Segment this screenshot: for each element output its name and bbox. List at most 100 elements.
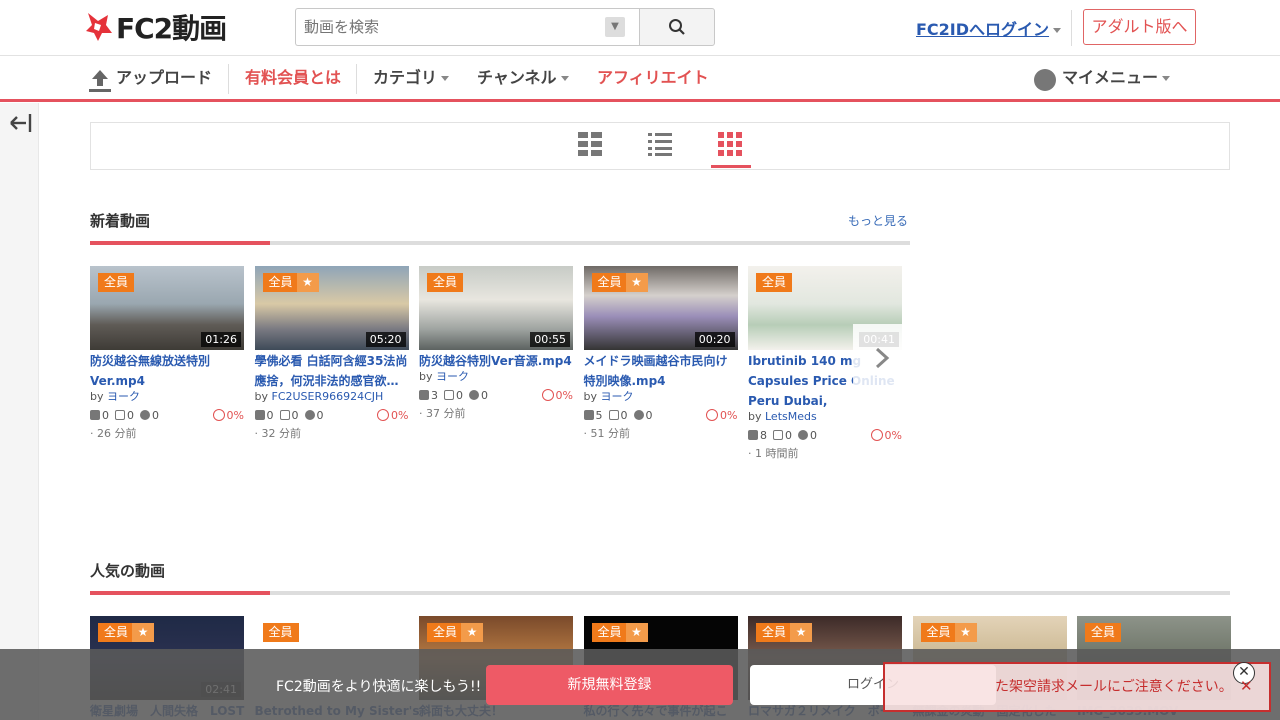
- notice-close-icon[interactable]: ✕: [1240, 677, 1253, 695]
- fc2id-login-link[interactable]: FC2IDへログイン: [916, 16, 1062, 40]
- collapse-sidebar-icon[interactable]: [8, 110, 34, 136]
- login-label: FC2IDへログイン: [916, 20, 1050, 39]
- ad-count: 0: [620, 408, 628, 422]
- audience-badge: 全員: [756, 273, 793, 292]
- search-button[interactable]: [639, 8, 715, 46]
- play-count: 0: [102, 408, 109, 422]
- main-nav: アップロード 有料会員とは カテゴリ チャンネル アフィリエイト マイメニュー: [0, 56, 1280, 102]
- chevron-down-icon: [560, 76, 569, 81]
- star-icon: ★: [625, 273, 648, 292]
- video-thumbnail[interactable]: 全員 01:26: [90, 266, 244, 350]
- video-thumbnail[interactable]: 全員 ★ 05:20: [254, 266, 409, 350]
- section-title-new: 新着動画: [90, 212, 151, 230]
- rating-value: 0%: [226, 408, 244, 422]
- duration-label: 01:26: [201, 332, 241, 347]
- video-title-link[interactable]: 防災越谷特別Ver音源.mp4: [419, 354, 572, 368]
- comment-icon: [798, 430, 808, 440]
- video-title-link[interactable]: 學佛必看 白話阿含經35法尚應捨，何況非法的感官欲…: [255, 354, 408, 388]
- video-thumbnail[interactable]: 全員 00:55: [419, 266, 573, 350]
- play-count: 8: [760, 428, 767, 442]
- rating: 0%: [541, 389, 573, 402]
- list-view-icon[interactable]: [647, 131, 673, 157]
- uploader-link[interactable]: FC2USER966924CJH: [272, 390, 384, 403]
- section-divider: [90, 591, 1230, 595]
- uploader-prefix: by: [419, 370, 433, 383]
- nav-channel[interactable]: チャンネル: [477, 56, 569, 99]
- register-button[interactable]: 新規無料登録: [486, 665, 733, 705]
- audience-badge: 全員: [98, 623, 135, 642]
- carousel-next-button[interactable]: [853, 324, 910, 392]
- rating: 0%: [377, 409, 409, 422]
- active-view-indicator: [711, 165, 751, 168]
- play-icon: [583, 410, 594, 420]
- thumbnail-grid-view-icon[interactable]: [717, 131, 743, 157]
- video-title-link[interactable]: メイドラ映画越谷市民向け特別映像.mp4: [584, 354, 728, 388]
- upload-time: · 51 分前: [583, 427, 631, 440]
- adult-version-button[interactable]: アダルト版へ: [1083, 9, 1196, 45]
- site-header: FC2動画 ▼ FC2IDへログイン アダルト版へ: [0, 0, 1280, 56]
- chevron-right-icon: [875, 347, 889, 369]
- fc2-logo[interactable]: FC2動画: [84, 9, 227, 45]
- view-switcher: [90, 122, 1230, 170]
- audience-badge: 全員: [591, 623, 628, 642]
- nav-mymenu[interactable]: マイメニュー: [1062, 56, 1171, 99]
- video-card[interactable]: 全員 00:55 防災越谷特別Ver音源.mp4 by ヨーク 3 0 0 0% · 37 分前: [419, 266, 573, 421]
- uploader-link[interactable]: ヨーク: [436, 370, 469, 383]
- search-bar: ▼: [295, 8, 715, 46]
- play-icon: [90, 410, 100, 420]
- rating: 0%: [212, 408, 244, 422]
- chevron-down-icon: [1162, 76, 1171, 81]
- comment-icon: [304, 410, 315, 420]
- uploader: by FC2USER966924CJH: [255, 389, 409, 404]
- video-stats: 0 0 0 0%: [90, 406, 244, 424]
- star-icon: ★: [954, 623, 977, 642]
- video-stats: 0 0 0 0%: [254, 406, 409, 424]
- uploader-link[interactable]: ヨーク: [107, 390, 140, 403]
- smile-icon: [377, 409, 390, 421]
- nav-premium[interactable]: 有料会員とは: [245, 56, 341, 99]
- video-stats: 8 0 0 0%: [748, 426, 902, 444]
- video-card[interactable]: 全員 ★ 00:20 メイドラ映画越谷市民向け特別映像.mp4 by ヨーク 5 0 0 0% ·…: [583, 266, 738, 441]
- nav-category[interactable]: カテゴリ: [373, 56, 450, 99]
- uploader-link[interactable]: LetsMeds: [765, 410, 817, 423]
- search-input[interactable]: [295, 8, 639, 46]
- section-divider-accent: [90, 241, 270, 245]
- user-avatar-icon: [1034, 69, 1056, 91]
- video-card[interactable]: 全員 01:26 防災越谷無線放送特別Ver.mp4 by ヨーク 0 0 0 0% · 26 …: [90, 266, 244, 441]
- nav-divider: [356, 64, 357, 94]
- audience-badge: 全員: [262, 623, 299, 642]
- duration-label: 00:55: [530, 332, 570, 347]
- uploader: by LetsMeds: [748, 409, 902, 424]
- play-icon: [254, 410, 265, 420]
- video-thumbnail[interactable]: 全員 ★ 00:20: [583, 266, 738, 350]
- nav-divider: [228, 64, 229, 94]
- uploader-prefix: by: [90, 390, 104, 403]
- large-grid-view-icon[interactable]: [577, 131, 603, 157]
- uploader-prefix: by: [254, 390, 269, 403]
- chevron-down-icon: [1053, 28, 1062, 33]
- audience-badge: 全員: [1085, 623, 1122, 642]
- nav-affiliate[interactable]: アフィリエイト: [597, 56, 709, 99]
- video-title-link[interactable]: 防災越谷無線放送特別Ver.mp4: [90, 354, 210, 388]
- rating-value: 0%: [884, 428, 902, 442]
- smile-icon: [706, 409, 719, 421]
- audience-badge: 全員: [756, 623, 793, 642]
- rating: 0%: [706, 408, 738, 422]
- upload-time: · 37 分前: [419, 407, 466, 420]
- video-card[interactable]: 全員 ★ 05:20 學佛必看 白話阿含經35法尚應捨，何況非法的感官欲… by FC2…: [254, 266, 409, 441]
- uploader-link[interactable]: ヨーク: [601, 390, 634, 403]
- more-link[interactable]: もっと見る: [848, 212, 908, 229]
- search-dropdown-icon[interactable]: ▼: [605, 17, 625, 37]
- comment-count: 0: [316, 408, 324, 422]
- audience-badge: 全員: [591, 273, 628, 292]
- smile-icon: [870, 429, 883, 441]
- comment-icon: [140, 410, 150, 420]
- scam-warning-notice[interactable]: た架空請求メールにご注意ください。: [883, 662, 1271, 712]
- nav-upload[interactable]: アップロード: [116, 56, 212, 99]
- ad-icon: [773, 430, 783, 440]
- logo-text: FC2動画: [116, 12, 227, 45]
- comment-count: 0: [152, 408, 159, 422]
- audience-badge: 全員: [427, 273, 464, 292]
- rating-value: 0%: [720, 408, 738, 422]
- audience-badge: 全員: [920, 623, 957, 642]
